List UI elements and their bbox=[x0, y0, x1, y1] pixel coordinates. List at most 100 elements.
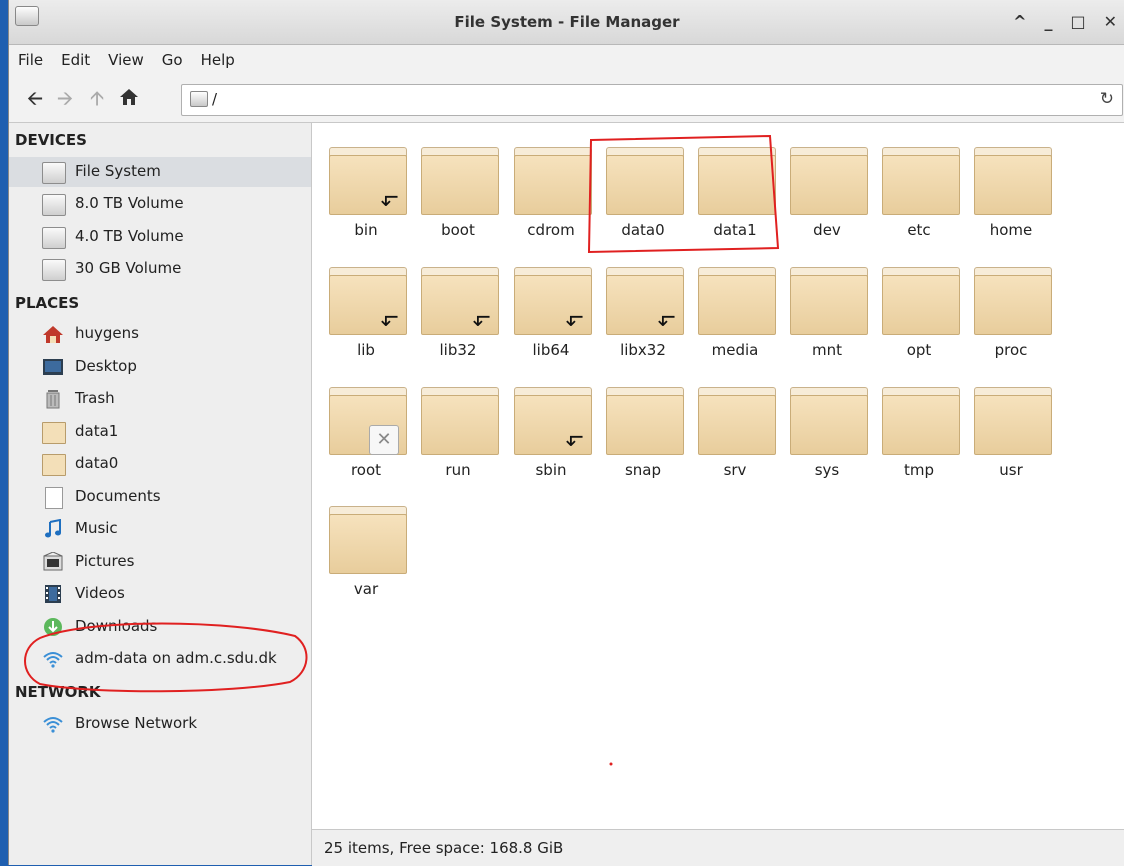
status-bar: 25 items, Free space: 168.8 GiB bbox=[312, 829, 1124, 866]
folder-item[interactable]: ↳ bin bbox=[324, 137, 408, 247]
folder-name: sbin bbox=[535, 461, 567, 479]
sidebar-item-label: Videos bbox=[75, 584, 125, 602]
folder-name: data1 bbox=[713, 221, 757, 239]
places-header: PLACES bbox=[15, 294, 80, 312]
home-folder-icon bbox=[43, 326, 63, 343]
sidebar-item-trash[interactable]: Trash bbox=[9, 384, 311, 414]
symlink-arrow-icon: ↳ bbox=[652, 311, 678, 330]
menu-edit[interactable]: Edit bbox=[52, 51, 99, 69]
sidebar-item-data0[interactable]: data0 bbox=[9, 449, 311, 479]
sidebar-item-label: Pictures bbox=[75, 552, 135, 570]
sidebar-item-desktop[interactable]: Desktop bbox=[9, 352, 311, 382]
folder-name: libx32 bbox=[620, 341, 666, 359]
folder-item[interactable]: usr bbox=[969, 377, 1053, 487]
folder-name: lib64 bbox=[532, 341, 570, 359]
folder-item[interactable]: ↳ lib bbox=[324, 257, 408, 367]
folder-item[interactable]: cdrom bbox=[509, 137, 593, 247]
folder-item[interactable]: run bbox=[416, 377, 500, 487]
sidebar-item-downloads[interactable]: Downloads bbox=[9, 612, 311, 642]
folder-item[interactable]: media bbox=[693, 257, 777, 367]
menu-go[interactable]: Go bbox=[153, 51, 192, 69]
drive-icon bbox=[190, 91, 208, 107]
folder-name: var bbox=[353, 580, 379, 598]
folder-item[interactable]: home bbox=[969, 137, 1053, 247]
folder-name: snap bbox=[624, 461, 662, 479]
menu-file[interactable]: File bbox=[9, 51, 52, 69]
folder-item[interactable]: data0 bbox=[601, 137, 685, 247]
folder-name: etc bbox=[907, 221, 931, 239]
folder-item[interactable]: mnt bbox=[785, 257, 869, 367]
folder-item[interactable]: ↳ lib64 bbox=[509, 257, 593, 367]
sidebar-item-music[interactable]: Music bbox=[9, 514, 311, 544]
sidebar-item-adm-data[interactable]: adm-data on adm.c.sdu.dk bbox=[9, 644, 311, 674]
folder-icon bbox=[698, 387, 776, 455]
folder-item[interactable]: ✕ root bbox=[324, 377, 408, 487]
folder-item[interactable]: data1 bbox=[693, 137, 777, 247]
folder-name: root bbox=[350, 461, 382, 479]
sidebar-item-label: Trash bbox=[75, 389, 115, 407]
folder-icon bbox=[42, 454, 66, 476]
folder-name: mnt bbox=[812, 341, 842, 359]
sidebar-item-4tb-volume[interactable]: 4.0 TB Volume bbox=[9, 222, 311, 252]
folder-item[interactable]: etc bbox=[877, 137, 961, 247]
sidebar-item-home[interactable]: huygens bbox=[9, 319, 311, 349]
folder-item[interactable]: var bbox=[324, 496, 408, 606]
up-arrow-icon[interactable]: 🡩 bbox=[85, 87, 109, 109]
folder-icon bbox=[882, 267, 960, 335]
close-button[interactable]: ✕ bbox=[1104, 12, 1117, 31]
folder-icon bbox=[974, 267, 1052, 335]
folder-item[interactable]: ↳ sbin bbox=[509, 377, 593, 487]
minimize-button[interactable]: _ bbox=[1044, 12, 1052, 31]
document-icon bbox=[45, 487, 63, 509]
sidebar-item-data1[interactable]: data1 bbox=[9, 417, 311, 447]
forward-arrow-icon[interactable]: 🡪 bbox=[53, 87, 77, 109]
folder-icon bbox=[882, 147, 960, 215]
no-access-icon: ✕ bbox=[369, 425, 399, 455]
folder-item[interactable]: snap bbox=[601, 377, 685, 487]
folder-name: opt bbox=[906, 341, 932, 359]
sidebar-item-8tb-volume[interactable]: 8.0 TB Volume bbox=[9, 189, 311, 219]
trash-icon bbox=[46, 390, 60, 409]
back-arrow-icon[interactable]: 🡨 bbox=[23, 87, 47, 109]
pictures-icon bbox=[43, 552, 63, 571]
folder-name: media bbox=[711, 341, 759, 359]
home-icon[interactable] bbox=[117, 87, 141, 109]
shade-button[interactable]: ^ bbox=[1013, 12, 1026, 31]
folder-name: bin bbox=[354, 221, 378, 239]
sidebar: DEVICES File System 8.0 TB Volume 4.0 TB… bbox=[9, 123, 312, 865]
network-icon bbox=[43, 717, 63, 733]
folder-item[interactable]: dev bbox=[785, 137, 869, 247]
sidebar-item-file-system[interactable]: File System bbox=[9, 157, 311, 187]
folder-item[interactable]: tmp bbox=[877, 377, 961, 487]
status-text: 25 items, Free space: 168.8 GiB bbox=[324, 839, 564, 857]
sidebar-item-browse-network[interactable]: Browse Network bbox=[9, 709, 311, 739]
folder-name: sys bbox=[814, 461, 840, 479]
location-bar[interactable]: / ↻ bbox=[181, 84, 1123, 116]
folder-item[interactable]: opt bbox=[877, 257, 961, 367]
folder-item[interactable]: ↳ libx32 bbox=[601, 257, 685, 367]
sidebar-item-label: data0 bbox=[75, 454, 119, 472]
folder-item[interactable]: boot bbox=[416, 137, 500, 247]
sidebar-item-label: adm-data on adm.c.sdu.dk bbox=[75, 649, 277, 667]
sidebar-item-videos[interactable]: Videos bbox=[9, 579, 311, 609]
folder-item[interactable]: ↳ lib32 bbox=[416, 257, 500, 367]
folder-icon: ↳ bbox=[329, 147, 407, 215]
folder-item[interactable]: srv bbox=[693, 377, 777, 487]
sidebar-item-30gb-volume[interactable]: 30 GB Volume bbox=[9, 254, 311, 284]
menu-view[interactable]: View bbox=[99, 51, 153, 69]
reload-icon[interactable]: ↻ bbox=[1100, 89, 1114, 109]
sidebar-item-label: data1 bbox=[75, 422, 119, 440]
folder-item[interactable]: sys bbox=[785, 377, 869, 487]
menu-help[interactable]: Help bbox=[192, 51, 244, 69]
folder-item[interactable]: proc bbox=[969, 257, 1053, 367]
file-view[interactable]: ↳ bin boot cdrom data0 data1 dev etc home ↳ lib ↳ li… bbox=[312, 123, 1124, 829]
folder-icon: ↳ bbox=[606, 267, 684, 335]
sidebar-item-documents[interactable]: Documents bbox=[9, 482, 311, 512]
maximize-button[interactable]: □ bbox=[1070, 12, 1085, 31]
drive-icon bbox=[42, 259, 66, 281]
folder-name: run bbox=[445, 461, 471, 479]
sidebar-item-label: Browse Network bbox=[75, 714, 198, 732]
sidebar-item-pictures[interactable]: Pictures bbox=[9, 547, 311, 577]
drive-icon bbox=[42, 227, 66, 249]
title-bar[interactable]: File System - File Manager ^ _ □ ✕ bbox=[9, 0, 1124, 45]
